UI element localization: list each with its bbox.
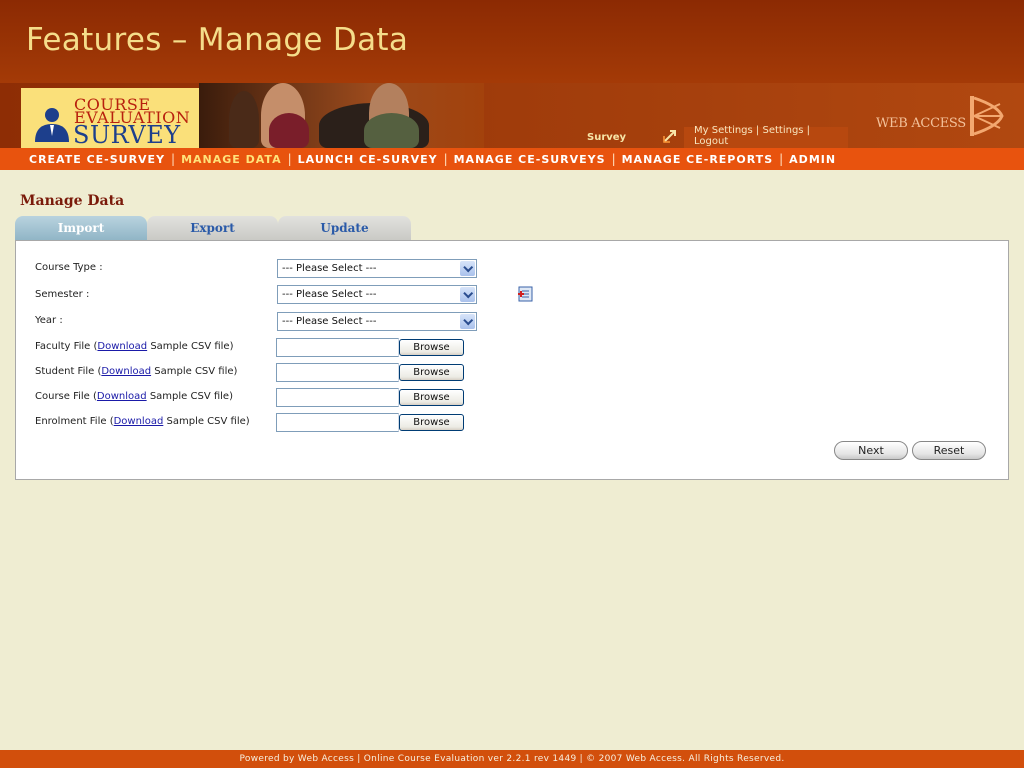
enrolment-file-input[interactable] [276,413,399,432]
web-access-mark-icon [970,96,1004,136]
faculty-browse-button[interactable]: Browse [399,339,464,356]
nav-manage-ce-surveys[interactable]: MANAGE CE-SURVEYS [448,153,612,166]
semester-select[interactable]: --- Please Select --- [277,285,477,304]
semester-label: Semester : [35,289,90,300]
my-settings-link[interactable]: My Settings [694,125,753,136]
add-semester-icon[interactable] [516,286,534,302]
switch-icon[interactable] [663,129,677,143]
faculty-download-link[interactable]: Download [97,341,147,352]
chevron-down-icon[interactable] [460,261,475,276]
survey-label: Survey [587,132,627,143]
import-form: Course Type : --- Please Select --- Seme… [15,240,1009,480]
page-heading: Features – Manage Data [26,22,409,58]
next-button[interactable]: Next [834,441,908,460]
student-browse-button[interactable]: Browse [399,364,464,381]
faculty-file-input[interactable] [276,338,399,357]
tab-import[interactable]: Import [15,216,147,241]
enrolment-browse-button[interactable]: Browse [399,414,464,431]
chevron-down-icon[interactable] [460,287,475,302]
section-title: Manage Data [20,193,125,209]
nav-launch-ce-survey[interactable]: LAUNCH CE-SURVEY [292,153,444,166]
nav-create-ce-survey[interactable]: CREATE CE-SURVEY [23,153,171,166]
nav-admin[interactable]: ADMIN [783,153,842,166]
course-evaluation-survey-logo: COURSE EVALUATION SURVEY [21,88,199,149]
course-browse-button[interactable]: Browse [399,389,464,406]
student-file-input[interactable] [276,363,399,382]
web-access-logo: WEB ACCESS [876,96,1006,138]
title-bar: Features – Manage Data [0,0,1024,83]
reset-button[interactable]: Reset [912,441,986,460]
year-select[interactable]: --- Please Select --- [277,312,477,331]
nav-manage-ce-reports[interactable]: MANAGE CE-REPORTS [616,153,780,166]
footer: Powered by Web Access | Online Course Ev… [0,750,1024,768]
course-download-link[interactable]: Download [97,391,147,402]
logo-text-line-3: SURVEY [73,121,181,149]
banner-photo [199,83,484,148]
semester-select-value: --- Please Select --- [282,289,377,300]
student-file-label: Student File (Download Sample CSV file) [35,366,238,377]
course-type-select[interactable]: --- Please Select --- [277,259,477,278]
account-links: My Settings | Settings | Logout [684,125,848,148]
faculty-file-label: Faculty File (Download Sample CSV file) [35,341,234,352]
course-file-label: Course File (Download Sample CSV file) [35,391,233,402]
tab-update[interactable]: Update [278,216,411,241]
settings-link[interactable]: Settings [762,125,803,136]
banner: COURSE EVALUATION SURVEY Survey My Setti… [0,83,1024,149]
year-select-value: --- Please Select --- [282,316,377,327]
student-download-link[interactable]: Download [101,366,151,377]
chevron-down-icon[interactable] [460,314,475,329]
course-type-select-value: --- Please Select --- [282,263,377,274]
tab-export[interactable]: Export [147,216,278,241]
nav-manage-data[interactable]: MANAGE DATA [175,153,288,166]
course-type-label: Course Type : [35,262,103,273]
web-access-brand-text: WEB ACCESS [876,116,966,131]
enrolment-download-link[interactable]: Download [114,416,164,427]
enrolment-file-label: Enrolment File (Download Sample CSV file… [35,416,250,427]
year-label: Year : [35,315,63,326]
main-nav: CREATE CE-SURVEY | MANAGE DATA | LAUNCH … [0,148,1024,170]
person-icon [35,108,69,142]
logout-link[interactable]: Logout [694,136,728,147]
course-file-input[interactable] [276,388,399,407]
